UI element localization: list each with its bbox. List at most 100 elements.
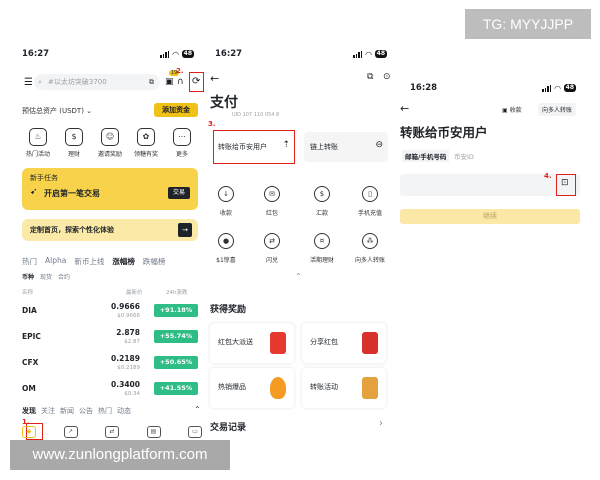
chevron-right-icon[interactable]: › bbox=[379, 418, 383, 429]
trade-nav-icon[interactable]: ⇄ bbox=[105, 426, 119, 438]
feed-tabs: 发现 关注 新闻 公告 热门 动态 bbox=[22, 406, 131, 416]
quick-actions: ♨ 热门活动 $ 理财 ☺ 邀请奖励 ✿ 领糖有奖 ⋯ 更多 bbox=[22, 128, 198, 158]
home-nav-icon[interactable]: ◆ bbox=[22, 426, 36, 438]
newbie-text: 开启第一笔交易 bbox=[44, 189, 100, 198]
arrow-right-icon[interactable]: → bbox=[178, 223, 192, 237]
back-arrow-icon[interactable]: ← bbox=[210, 72, 219, 85]
reward-red-packet-giveaway[interactable]: 红包大派送 bbox=[210, 323, 294, 363]
quick-more[interactable]: ⋯ 更多 bbox=[166, 128, 198, 158]
chevron-up-icon[interactable]: ⌃ bbox=[194, 405, 201, 414]
tab-activity[interactable]: 动态 bbox=[117, 406, 131, 416]
onchain-label: 链上转账 bbox=[310, 143, 338, 151]
pay-icon[interactable]: ⟳ bbox=[192, 76, 200, 87]
subtab-futures[interactable]: 合约 bbox=[58, 272, 70, 281]
wifi-icon: ◠ bbox=[172, 49, 179, 59]
service-mobile-topup[interactable]: ▯ 手机充值 bbox=[355, 186, 385, 217]
wallet-nav-icon[interactable]: ▭ bbox=[188, 426, 202, 438]
bag-icon: $ bbox=[65, 128, 83, 146]
markets-nav-icon[interactable]: ↗ bbox=[63, 426, 78, 438]
market-tabs: 热门 Alpha 新币上线 涨幅榜 跌幅榜 bbox=[22, 256, 165, 267]
headset-icon[interactable]: ∩ bbox=[177, 77, 184, 87]
settings-icon[interactable]: ⊙ bbox=[383, 72, 391, 82]
assets-label[interactable]: 预估总资产 (USDT) ⌄ bbox=[22, 106, 92, 116]
service-multi-transfer[interactable]: ⁂ 向多人转账 bbox=[355, 233, 385, 264]
market-row[interactable]: OM 0.3400 $0.34 +41.55% bbox=[22, 378, 198, 402]
convert-icon: ⇄ bbox=[264, 233, 280, 249]
tab-email-phone[interactable]: 邮箱/手机号码 bbox=[402, 150, 450, 162]
market-row[interactable]: DIA 0.9666 $0.9666 +91.18% bbox=[22, 300, 198, 324]
futures-nav-icon[interactable]: ▤ bbox=[146, 426, 161, 438]
transfer-to-user-button[interactable]: 转账给币安用户 ⇡ bbox=[215, 132, 293, 162]
service-convert[interactable]: ⇄ 闪兑 bbox=[257, 233, 287, 264]
search-placeholder: #以太坊突破3700 bbox=[48, 78, 107, 86]
tab-new-listing[interactable]: 新币上线 bbox=[74, 256, 104, 267]
records-title[interactable]: 交易记录 bbox=[210, 420, 246, 433]
onchain-transfer-button[interactable]: 链上转账 ⊖ bbox=[304, 132, 388, 162]
subtab-coin[interactable]: 币种 bbox=[22, 272, 34, 281]
tab-trending[interactable]: 热门 bbox=[98, 406, 112, 416]
customize-home-banner[interactable]: 定制首页，探索个性化体验 → bbox=[22, 219, 198, 241]
uid-text: UID 107 110 054 8 bbox=[232, 112, 280, 118]
market-row[interactable]: CFX 0.2189 $0.2189 +50.65% bbox=[22, 352, 198, 376]
reward-share-packet[interactable]: 分享红包 bbox=[302, 323, 386, 363]
search-input[interactable]: ⌕ #以太坊突破3700 ⧉ bbox=[34, 74, 160, 90]
battery-icon: 48 bbox=[374, 50, 387, 58]
col-name: 名称 bbox=[22, 290, 34, 296]
quick-hot-activity[interactable]: ♨ 热门活动 bbox=[22, 128, 54, 158]
tab-binance-id[interactable]: 币安ID bbox=[454, 151, 474, 161]
recipient-input[interactable] bbox=[400, 174, 580, 196]
page-title: 支付 bbox=[210, 95, 238, 111]
status-bar: 16:28 ◠ 48 bbox=[410, 82, 576, 94]
red-envelope-icon bbox=[362, 332, 378, 354]
quick-referral[interactable]: ☺ 邀请奖励 bbox=[94, 128, 126, 158]
tab-discover[interactable]: 发现 bbox=[22, 406, 36, 416]
scan-icon[interactable]: ⧉ bbox=[367, 72, 373, 82]
market-row[interactable]: EPIC 2.878 $2.87 +55.74% bbox=[22, 326, 198, 350]
tab-follow[interactable]: 关注 bbox=[41, 406, 55, 416]
tab-gainers[interactable]: 涨幅榜 bbox=[112, 256, 135, 267]
menu-icon[interactable]: ☰ bbox=[24, 77, 33, 88]
remit-icon: $ bbox=[314, 186, 330, 202]
service-red-packet[interactable]: ✉ 红包 bbox=[257, 186, 287, 217]
subtab-spot[interactable]: 现货 bbox=[40, 272, 52, 281]
upload-icon: ⇡ bbox=[282, 140, 290, 150]
reward-hot-items[interactable]: 热销爆品 bbox=[210, 368, 294, 408]
flame-icon: ♨ bbox=[29, 128, 47, 146]
newbie-title: 新手任务 bbox=[30, 174, 58, 182]
trade-button[interactable]: 交易 bbox=[168, 187, 190, 199]
tab-losers[interactable]: 跌幅榜 bbox=[143, 256, 166, 267]
service-1-dollar[interactable]: ● $1惊喜 bbox=[211, 233, 241, 264]
telegram-watermark: TG: MYYJJPP bbox=[465, 9, 591, 39]
gift-icon[interactable]: ▣ bbox=[165, 77, 174, 87]
newbie-task-card[interactable]: 新手任务 ➹ 开启第一笔交易 交易 bbox=[22, 168, 198, 210]
download-icon: ↓ bbox=[218, 186, 234, 202]
scan-icon[interactable]: ⧉ bbox=[149, 74, 154, 90]
red-packet-icon bbox=[270, 332, 286, 354]
step-4-label: 4. bbox=[544, 172, 552, 180]
service-remit[interactable]: $ 汇款 bbox=[307, 186, 337, 217]
add-funds-button[interactable]: 添加资金 bbox=[154, 103, 198, 117]
contact-book-icon[interactable]: ⊡ bbox=[561, 178, 569, 188]
customize-text: 定制首页，探索个性化体验 bbox=[30, 226, 114, 234]
quick-earn[interactable]: $ 理财 bbox=[58, 128, 90, 158]
tab-news[interactable]: 新闻 bbox=[60, 406, 74, 416]
col-price: 最新价 bbox=[126, 290, 143, 296]
battery-icon: 48 bbox=[563, 84, 576, 92]
step-3-label: 3. bbox=[208, 120, 216, 128]
service-flexible-earn[interactable]: ¤ 活期理财 bbox=[307, 233, 337, 264]
signal-icon bbox=[160, 50, 170, 58]
service-receive[interactable]: ↓ 收款 bbox=[211, 186, 241, 217]
chain-icon: ⊖ bbox=[375, 140, 383, 150]
status-bar: 16:27 ◠ 48 bbox=[215, 48, 387, 60]
tab-announcements[interactable]: 公告 bbox=[79, 406, 93, 416]
reward-transfer-activity[interactable]: 转账活动 bbox=[302, 368, 386, 408]
back-arrow-icon[interactable]: ← bbox=[400, 102, 409, 115]
wifi-icon: ◠ bbox=[554, 83, 561, 93]
tab-alpha[interactable]: Alpha bbox=[45, 256, 66, 267]
chevron-up-icon[interactable]: ⌃ bbox=[295, 272, 302, 281]
tab-hot[interactable]: 热门 bbox=[22, 256, 37, 267]
receive-button[interactable]: ▣ 收款 bbox=[502, 105, 522, 114]
multi-transfer-button[interactable]: 向多人转账 bbox=[538, 103, 577, 116]
quick-candy[interactable]: ✿ 领糖有奖 bbox=[130, 128, 162, 158]
continue-button[interactable]: 继续 bbox=[400, 209, 580, 224]
